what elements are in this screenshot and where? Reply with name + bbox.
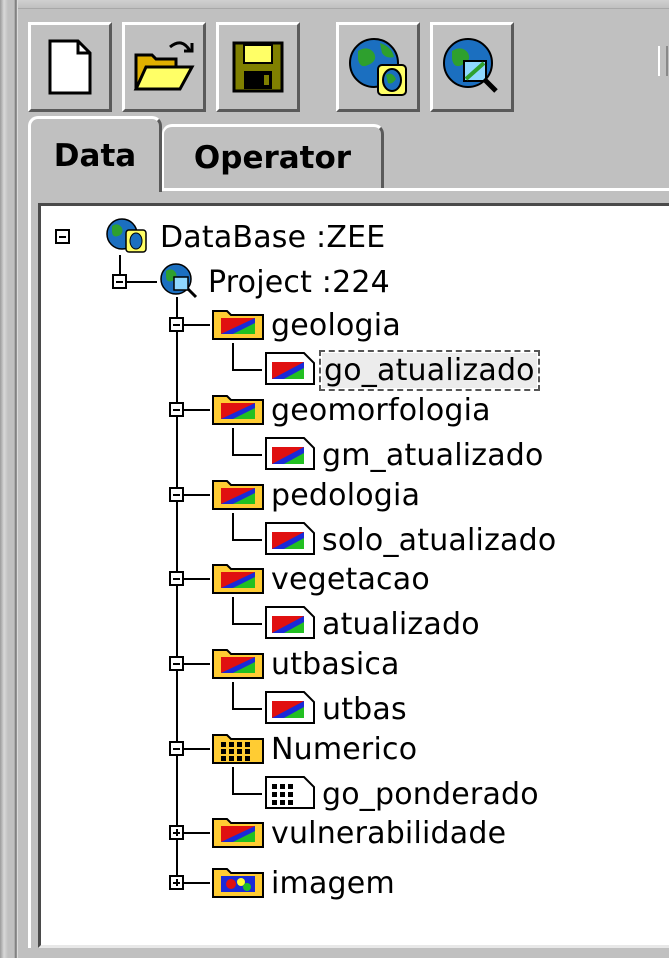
atualizado-label: atualizado (322, 606, 480, 642)
thematic-folder-icon (211, 644, 265, 684)
tree-node-project[interactable]: Project :224 (158, 263, 390, 301)
utbasica-collapse-toggle[interactable] (169, 656, 184, 671)
numeric-layer-icon (264, 774, 316, 814)
tree-node-utbas[interactable]: utbas (264, 690, 407, 728)
open-folder-button[interactable] (122, 22, 206, 112)
thematic-layer-icon (264, 435, 316, 475)
vegetacao-collapse-toggle[interactable] (169, 571, 184, 586)
utbas-label: utbas (322, 691, 407, 727)
project-button[interactable] (430, 22, 514, 112)
numerico-collapse-toggle[interactable] (169, 741, 184, 756)
project-globe-icon (440, 35, 504, 99)
thematic-folder-icon (211, 305, 265, 345)
thematic-folder-icon (211, 813, 265, 853)
imagem-label: imagem (271, 865, 395, 901)
pedologia-label: pedologia (271, 477, 421, 513)
thematic-folder-icon (211, 390, 265, 430)
save-disk-icon (230, 39, 286, 95)
go-atualizado-label: go_atualizado (319, 349, 540, 391)
thematic-layer-icon (264, 604, 316, 644)
pedologia-collapse-toggle[interactable] (169, 487, 184, 502)
database-button[interactable] (336, 22, 420, 112)
imagem-expand-toggle[interactable] (169, 875, 184, 890)
bottom-border (28, 948, 669, 958)
toolbar-separator (658, 46, 668, 76)
tree-node-atualizado[interactable]: atualizado (264, 605, 480, 643)
tab-bar: Operator Data (28, 116, 669, 194)
database-globe-icon (104, 216, 154, 258)
tree-node-go-ponderado[interactable]: go_ponderado (264, 775, 539, 813)
tree-node-numerico[interactable]: Numerico (211, 730, 417, 768)
database-collapse-toggle[interactable] (55, 229, 70, 244)
database-globe-icon (346, 35, 410, 99)
project-globe-icon (158, 261, 202, 303)
tree-node-solo-atualizado[interactable]: solo_atualizado (264, 521, 556, 559)
numeric-folder-icon (211, 729, 265, 769)
tree-node-vulnerabilidade[interactable]: vulnerabilidade (211, 814, 506, 852)
image-folder-icon (211, 863, 265, 903)
open-folder-icon (132, 37, 196, 97)
tree-node-pedologia[interactable]: pedologia (211, 476, 420, 514)
toolbar (28, 22, 669, 116)
geologia-label: geologia (271, 307, 401, 343)
tab-data-label: Data (53, 137, 137, 174)
thematic-layer-icon (264, 520, 316, 560)
tab-operator[interactable]: Operator (162, 124, 384, 188)
thematic-layer-icon (264, 350, 316, 390)
numerico-label: Numerico (271, 731, 418, 767)
window-left-border (0, 0, 18, 958)
vulnerabilidade-label: vulnerabilidade (271, 815, 507, 851)
thematic-folder-icon (211, 475, 265, 515)
save-button[interactable] (216, 22, 300, 112)
geomorfologia-label: geomorfologia (271, 392, 491, 428)
thematic-folder-icon (211, 559, 265, 599)
project-label: Project :224 (208, 264, 390, 300)
vegetacao-label: vegetacao (271, 561, 430, 597)
utbasica-label: utbasica (271, 646, 400, 682)
tree-node-utbasica[interactable]: utbasica (211, 645, 400, 683)
tree-node-go-atualizado[interactable]: go_atualizado (264, 349, 540, 391)
tree-node-vegetacao[interactable]: vegetacao (211, 560, 430, 598)
gm-atualizado-label: gm_atualizado (322, 437, 544, 473)
window-top-border (0, 0, 669, 9)
new-file-button[interactable] (28, 22, 112, 112)
tree-node-database[interactable]: DataBase :ZEE (104, 218, 385, 256)
new-file-icon (44, 37, 96, 97)
geomorfologia-collapse-toggle[interactable] (169, 402, 184, 417)
tab-data[interactable]: Data (28, 116, 162, 192)
project-collapse-toggle[interactable] (112, 274, 127, 289)
tree-node-imagem[interactable]: imagem (211, 864, 395, 902)
thematic-layer-icon (264, 689, 316, 729)
tab-operator-label: Operator (193, 139, 352, 176)
vulnerabilidade-expand-toggle[interactable] (169, 825, 184, 840)
database-label: DataBase :ZEE (160, 219, 386, 255)
tree-node-geologia[interactable]: geologia (211, 306, 401, 344)
geologia-collapse-toggle[interactable] (169, 317, 184, 332)
tree-node-gm-atualizado[interactable]: gm_atualizado (264, 436, 544, 474)
solo-atualizado-label: solo_atualizado (322, 522, 557, 558)
go-ponderado-label: go_ponderado (322, 776, 539, 812)
app-window: Operator Data DataBase:ZEE Project:224… (0, 0, 669, 958)
tree-node-geomorfologia[interactable]: geomorfologia (211, 391, 491, 429)
